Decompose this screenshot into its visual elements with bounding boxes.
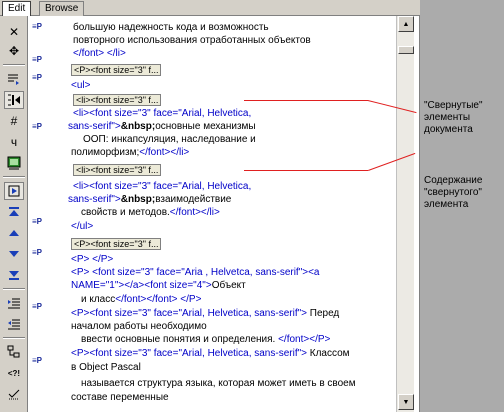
select-icon[interactable] bbox=[4, 385, 24, 403]
code-area[interactable]: большую надежность кода и возможность по… bbox=[65, 16, 396, 412]
code-line: называется структура языка, которая може… bbox=[81, 378, 356, 389]
image-icon[interactable] bbox=[4, 154, 24, 172]
code-line: <P> </P> bbox=[71, 254, 114, 265]
code-line: полиморфизм;</font></li> bbox=[71, 147, 190, 158]
move-icon[interactable]: ✥ bbox=[4, 42, 24, 60]
hash-icon[interactable]: # bbox=[4, 112, 24, 130]
code-line: ввести основные понятия и определения. <… bbox=[81, 334, 331, 345]
toolbar-separator bbox=[3, 64, 25, 66]
code-line: в Object Pascal bbox=[71, 362, 141, 373]
callout-line bbox=[244, 100, 368, 101]
code-line: NAME="1"></a><font size="4">Объект bbox=[71, 280, 246, 291]
bottom-icon[interactable] bbox=[4, 266, 24, 284]
code-line: свойств и методов.</font></li> bbox=[81, 207, 220, 218]
callout-line bbox=[244, 170, 368, 171]
code-line: большую надежность кода и возможность bbox=[73, 22, 269, 33]
paragraph-marker-icon[interactable]: ≡P bbox=[32, 356, 42, 365]
code-line: sans-serif">&nbsp;основные механизмы bbox=[68, 121, 256, 132]
code-line: <P><font size="3" face="Arial, Helvetica… bbox=[71, 308, 340, 319]
code-line: составе переменные bbox=[71, 392, 169, 403]
close-icon[interactable]: ✕ bbox=[4, 23, 24, 41]
paragraph-marker-icon[interactable]: ≡P bbox=[32, 122, 42, 131]
code-line: ООП: инкапсуляция, наследование и bbox=[83, 134, 256, 145]
editor-window: Edit Browse ✕ ✥ # ч <?! ≡P ≡P ≡P ≡P ≡P ≡… bbox=[0, 0, 420, 412]
paragraph-marker-icon[interactable]: ≡P bbox=[32, 22, 42, 31]
wrap-icon[interactable] bbox=[4, 70, 24, 88]
expand-icon[interactable]: <?! bbox=[4, 364, 24, 382]
collapsed-element[interactable]: <P><font size="3" f... bbox=[71, 238, 162, 251]
paragraph-marker-icon[interactable]: ≡P bbox=[32, 73, 42, 82]
collapsed-tag-box[interactable]: <P><font size="3" f... bbox=[71, 238, 162, 250]
callout-collapsed-elements: "Свернутые" элементы документа bbox=[424, 100, 483, 135]
scroll-down-icon[interactable]: ▼ bbox=[398, 394, 414, 410]
paragraph-marker-icon[interactable]: ≡P bbox=[32, 217, 42, 226]
format-icon[interactable] bbox=[4, 343, 24, 361]
code-line: <P><font size="3" face="Arial, Helvetica… bbox=[71, 348, 350, 359]
tab-edit[interactable]: Edit bbox=[2, 1, 32, 17]
callout-collapsed-content: Содержание "свернутого" элемента bbox=[424, 175, 483, 210]
tab-browse[interactable]: Browse bbox=[39, 1, 85, 16]
collapse-icon[interactable] bbox=[4, 91, 24, 109]
code-line: </ul> bbox=[71, 221, 94, 232]
collapsed-element[interactable]: <li><font size="3" f... bbox=[73, 94, 162, 107]
paragraph-marker-gutter: ≡P ≡P ≡P ≡P ≡P ≡P ≡P ≡P bbox=[29, 16, 65, 412]
play-icon[interactable] bbox=[4, 182, 24, 200]
left-toolbar: ✕ ✥ # ч <?! bbox=[0, 16, 28, 412]
scroll-thumb[interactable] bbox=[398, 46, 414, 54]
collapsed-element[interactable]: <P><font size="3" f... bbox=[71, 64, 162, 77]
char-icon[interactable]: ч bbox=[4, 133, 24, 151]
collapsed-tag-box[interactable]: <P><font size="3" f... bbox=[71, 64, 162, 76]
paragraph-marker-icon[interactable]: ≡P bbox=[32, 55, 42, 64]
code-line: началом работы необходимо bbox=[71, 321, 207, 332]
scroll-up-icon[interactable]: ▲ bbox=[398, 16, 414, 32]
code-line: <ul> bbox=[71, 80, 91, 91]
tab-bar: Edit Browse bbox=[0, 0, 420, 17]
code-line: <P> <font size="3" face="Aria , Helvetca… bbox=[71, 267, 320, 278]
collapsed-tag-box[interactable]: <li><font size="3" f... bbox=[73, 94, 162, 106]
code-line: повторного использования отработанных об… bbox=[73, 35, 311, 46]
code-line: <li><font size="3" face="Arial, Helvetic… bbox=[73, 108, 252, 119]
vertical-scrollbar[interactable]: ▲ ▼ bbox=[396, 16, 414, 412]
collapsed-tag-box[interactable]: <li><font size="3" f... bbox=[73, 164, 162, 176]
toolbar-separator bbox=[3, 337, 25, 339]
code-line: </font> </li> bbox=[73, 48, 126, 59]
code-line: sans-serif">&nbsp;взаимодействие bbox=[68, 194, 232, 205]
down-icon[interactable] bbox=[4, 245, 24, 263]
top-icon[interactable] bbox=[4, 203, 24, 221]
up-icon[interactable] bbox=[4, 224, 24, 242]
collapsed-element[interactable]: <li><font size="3" f... bbox=[73, 164, 162, 177]
paragraph-marker-icon[interactable]: ≡P bbox=[32, 248, 42, 257]
toolbar-separator bbox=[3, 288, 25, 290]
outdent-icon[interactable] bbox=[4, 315, 24, 333]
indent-icon[interactable] bbox=[4, 294, 24, 312]
code-line: <li><font size="3" face="Arial, Helvetic… bbox=[73, 181, 252, 192]
paragraph-marker-icon[interactable]: ≡P bbox=[32, 302, 42, 311]
toolbar-separator bbox=[3, 176, 25, 178]
code-line: и класс</font></font> </P> bbox=[81, 294, 202, 305]
